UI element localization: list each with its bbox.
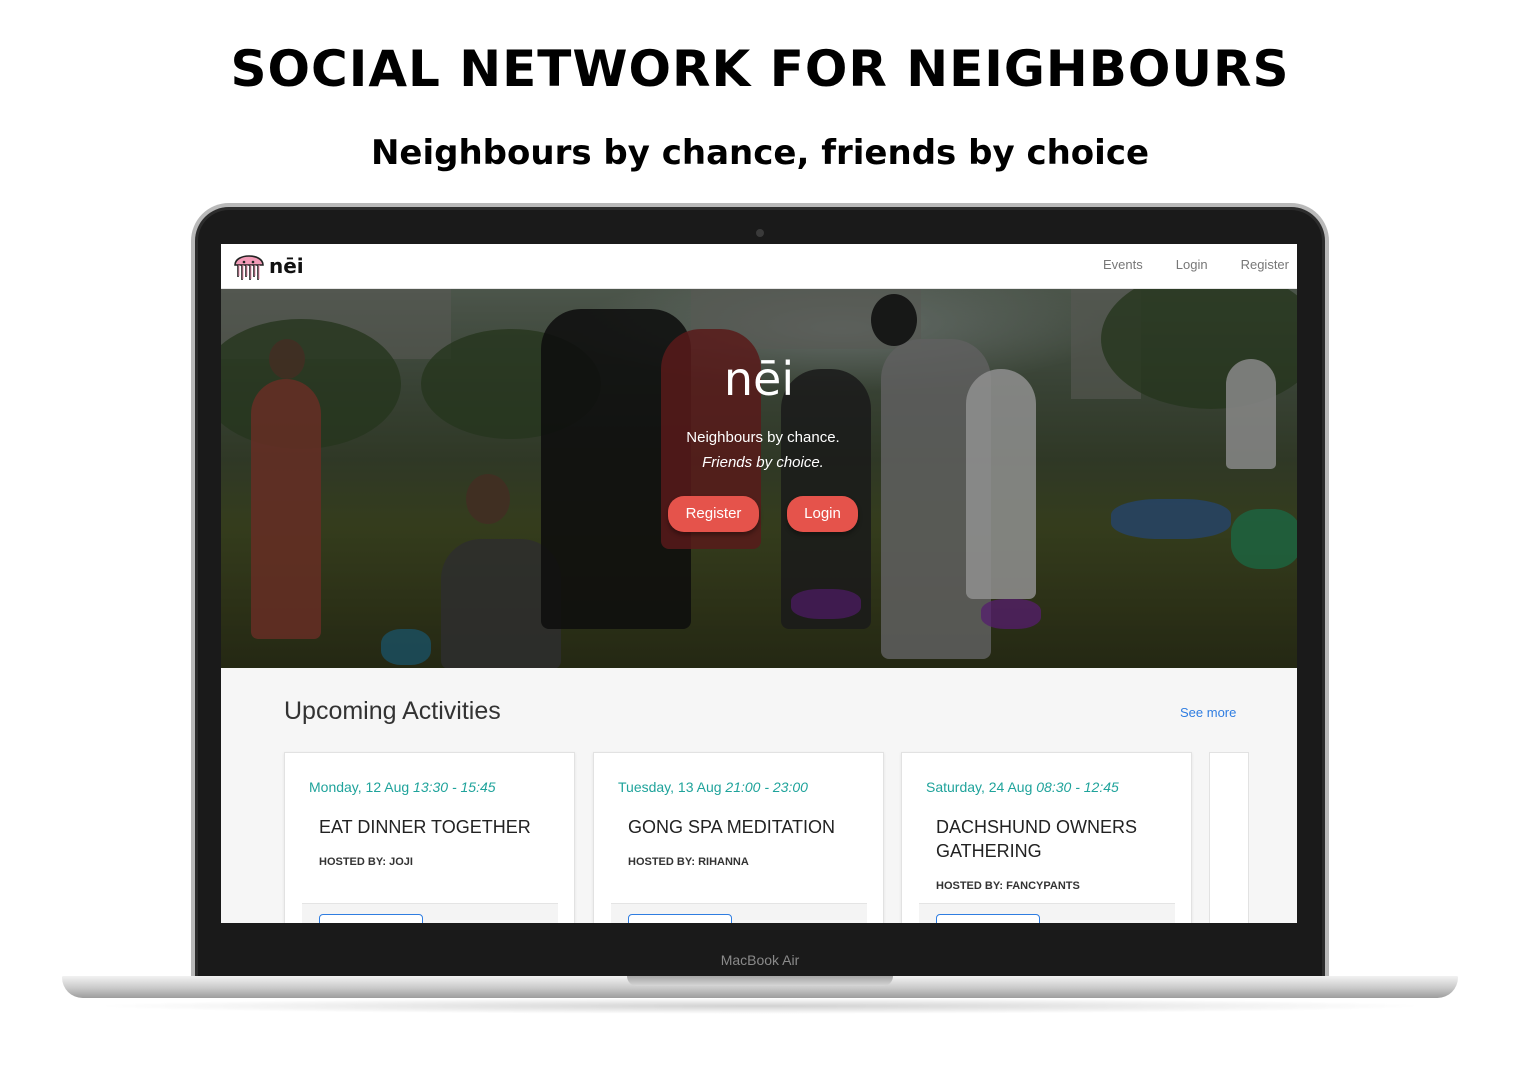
- card-date-time: 13:30 - 15:45: [413, 779, 496, 795]
- card-host: HOSTED BY: RIHANNA: [628, 856, 749, 868]
- hero-tagline-line2: Friends by choice.: [702, 454, 824, 471]
- nav-link-login[interactable]: Login: [1176, 257, 1208, 272]
- hero-overlay: [221, 289, 1297, 668]
- device-label: MacBook Air: [720, 952, 800, 968]
- card-host: HOSTED BY: JOJI: [319, 856, 413, 868]
- card-date: Monday, 12 Aug 13:30 - 15:45: [309, 779, 496, 795]
- card-title: DACHSHUND OWNERS GATHERING: [936, 817, 1138, 861]
- laptop-notch: [627, 976, 893, 986]
- card-date-time: 21:00 - 23:00: [725, 779, 808, 795]
- nav-link-events[interactable]: Events: [1103, 257, 1143, 272]
- activity-card[interactable]: Monday, 12 Aug 13:30 - 15:45 EAT DINNER …: [284, 752, 575, 923]
- webcam: [756, 229, 764, 237]
- card-date: Saturday, 24 Aug 08:30 - 12:45: [926, 779, 1119, 795]
- card-host: HOSTED BY: FANCYPANTS: [936, 880, 1080, 892]
- page-headline: SOCIAL NETWORK FOR NEIGHBOURS: [230, 40, 1290, 98]
- laptop-screen: nēi Events Login Register nēi Neighbours…: [221, 244, 1297, 923]
- brand-name: nēi: [269, 254, 304, 278]
- card-date-day: Monday, 12 Aug: [309, 779, 410, 795]
- card-action-button[interactable]: [319, 914, 423, 923]
- page-tagline: Neighbours by chance, friends by choice: [370, 133, 1150, 173]
- card-date-time: 08:30 - 12:45: [1036, 779, 1119, 795]
- card-date: Tuesday, 13 Aug 21:00 - 23:00: [618, 779, 808, 795]
- jellyfish-logo-icon: [234, 255, 264, 280]
- activity-card[interactable]: Saturday, 24 Aug 08:30 - 12:45 DACHSHUND…: [901, 752, 1192, 923]
- hero-register-button[interactable]: Register: [668, 496, 759, 532]
- hero-title: nēi: [723, 352, 795, 406]
- nav-link-register[interactable]: Register: [1241, 257, 1289, 272]
- navbar: nēi Events Login Register: [221, 244, 1297, 289]
- card-footer: [611, 903, 867, 923]
- see-more-link[interactable]: See more: [1180, 705, 1236, 720]
- hero-login-button[interactable]: Login: [787, 496, 858, 532]
- card-date-day: Tuesday, 13 Aug: [618, 779, 722, 795]
- activity-card[interactable]: Tuesday, 13 Aug 21:00 - 23:00 GONG SPA M…: [593, 752, 884, 923]
- hero-tagline-line1: Neighbours by chance.: [686, 429, 840, 446]
- brand[interactable]: nēi: [231, 247, 304, 285]
- section-title: Upcoming Activities: [284, 697, 501, 725]
- activity-card-partial[interactable]: [1209, 752, 1249, 923]
- hero-banner: nēi Neighbours by chance. Friends by cho…: [221, 289, 1297, 668]
- card-action-button[interactable]: [936, 914, 1040, 923]
- card-title: GONG SPA MEDITATION: [628, 817, 836, 837]
- card-footer: [919, 903, 1175, 923]
- laptop-shadow: [90, 998, 1430, 1014]
- card-date-day: Saturday, 24 Aug: [926, 779, 1033, 795]
- card-footer: [302, 903, 558, 923]
- card-action-button[interactable]: [628, 914, 732, 923]
- nav-links: Events Login Register: [1103, 257, 1289, 272]
- card-title: EAT DINNER TOGETHER: [319, 817, 531, 837]
